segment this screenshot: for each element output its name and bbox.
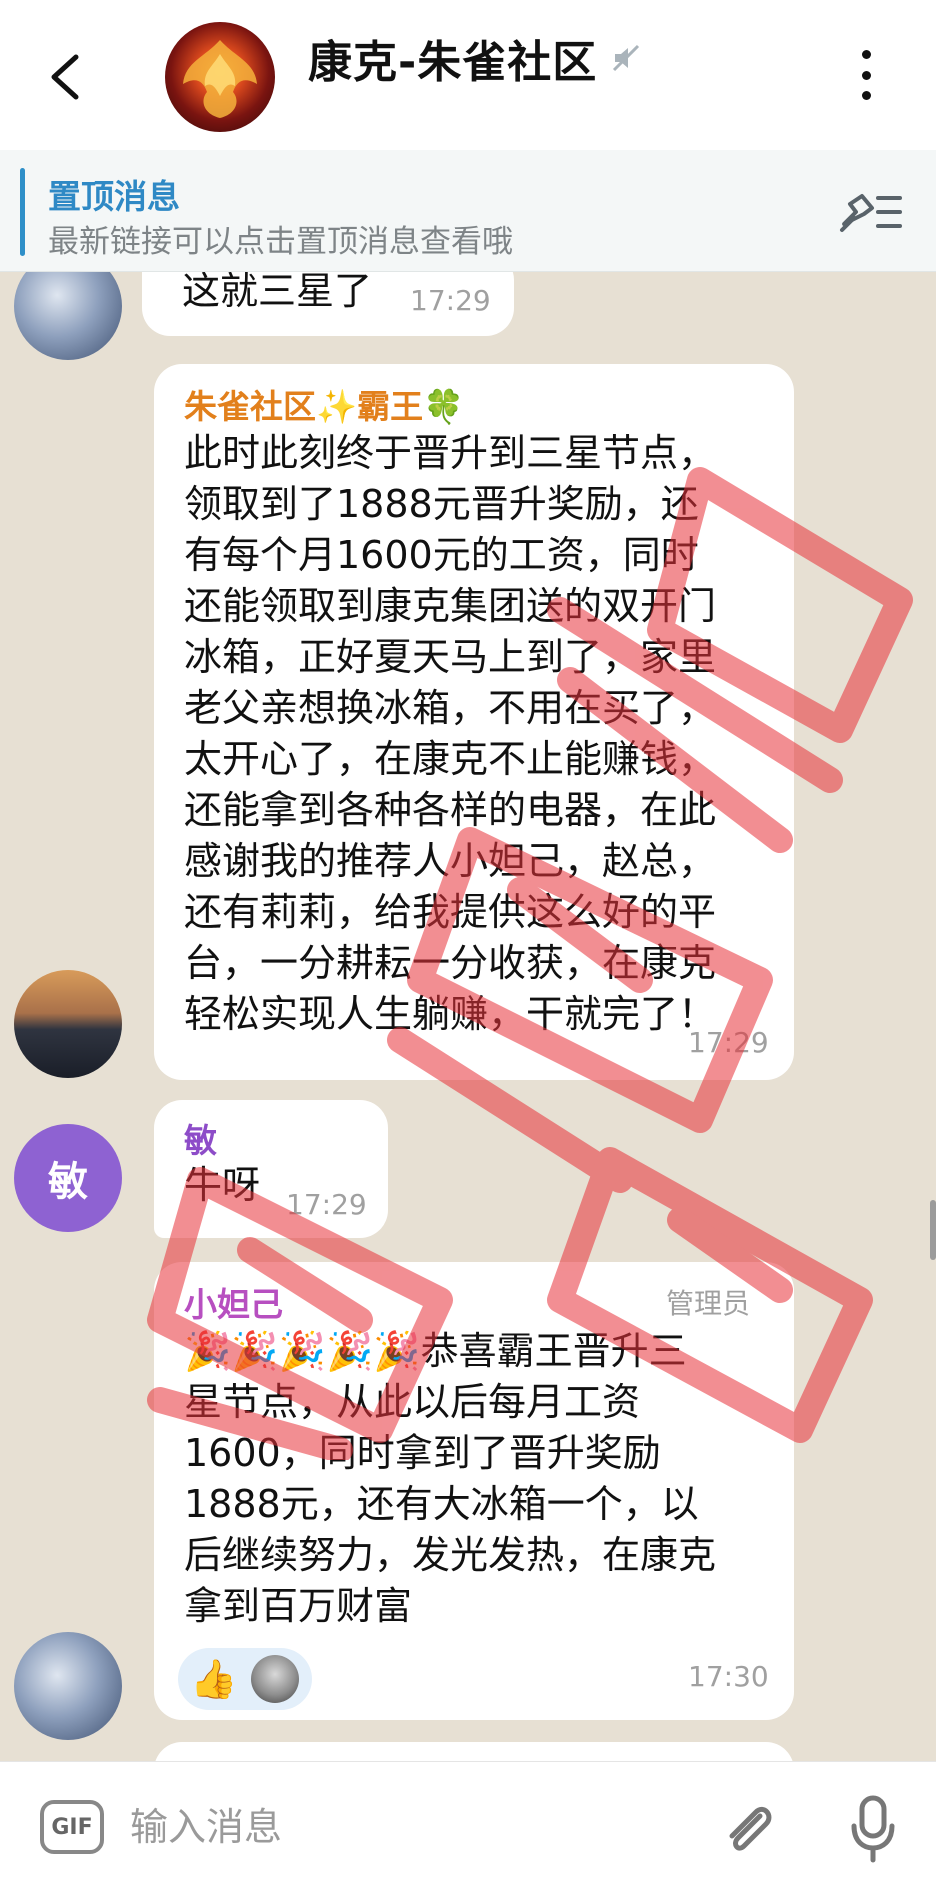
admin-badge: 管理员 xyxy=(666,1287,751,1320)
group-avatar[interactable] xyxy=(165,22,275,132)
more-dots-icon xyxy=(861,50,871,59)
reactor-avatar xyxy=(251,1655,300,1703)
back-button[interactable] xyxy=(38,42,92,112)
scroll-indicator[interactable] xyxy=(930,1200,936,1260)
pinned-accent-bar xyxy=(20,168,25,256)
message-time: 17:30 xyxy=(688,1660,769,1693)
message-input[interactable] xyxy=(130,1792,690,1862)
pinned-list-icon[interactable] xyxy=(836,186,906,238)
avatar-letter[interactable]: 敏 xyxy=(14,1124,122,1232)
message-bubble[interactable]: 这就三星了 17:29 xyxy=(142,272,514,336)
thumbs-up-icon: 👍 xyxy=(190,1656,238,1701)
message-bubble[interactable]: 敏 牛呀 17:29 xyxy=(154,1100,388,1238)
message-text: 牛呀 xyxy=(184,1163,261,1207)
message-text: 此时此刻终于晋升到三星节点， 领取到了1888元晋升奖励，还 有每个月1600元… xyxy=(184,431,717,1036)
message-time: 17:29 xyxy=(410,284,491,317)
pinned-title: 置顶消息 xyxy=(48,177,180,216)
gif-button[interactable]: GIF xyxy=(40,1800,104,1854)
more-menu-button[interactable] xyxy=(848,50,884,100)
avatar[interactable] xyxy=(14,970,122,1078)
chat-title[interactable]: 康克-朱雀社区 xyxy=(308,26,641,90)
message-text: 这就三星了 xyxy=(182,272,373,313)
back-arrow-icon xyxy=(51,54,79,100)
chat-header: 康克-朱雀社区 xyxy=(0,0,936,150)
avatar[interactable] xyxy=(14,1632,122,1740)
sender-name[interactable]: 朱雀社区✨霸王🍀 xyxy=(184,380,464,428)
sender-name[interactable]: 小妲己 xyxy=(184,1278,283,1326)
message-list[interactable]: 这就三星了 17:29 朱雀社区✨霸王🍀 此时此刻终于晋升到三星节点， 领取到了… xyxy=(0,272,936,1761)
chat-title-text: 康克-朱雀社区 xyxy=(308,37,598,88)
pinned-message-bar[interactable]: 置顶消息 最新链接可以点击置顶消息查看哦 xyxy=(0,150,936,272)
message-text: 🎉🎉🎉🎉🎉恭喜霸王晋升三 星节点，从此以后每月工资 1600，同时拿到了晋升奖励… xyxy=(184,1329,717,1628)
sender-name[interactable]: 敏 xyxy=(184,1114,217,1162)
avatar[interactable] xyxy=(14,272,122,360)
reaction-chip[interactable]: 👍 xyxy=(178,1648,312,1710)
microphone-icon[interactable] xyxy=(848,1794,898,1864)
pinned-text: 最新链接可以点击置顶消息查看哦 xyxy=(48,224,513,260)
message-time: 17:29 xyxy=(286,1188,367,1221)
message-bubble[interactable]: 小妲己 管理员 🎉🎉🎉🎉🎉恭喜霸王晋升三 星节点，从此以后每月工资 1600，同… xyxy=(154,1262,794,1720)
mute-icon xyxy=(611,43,641,73)
attach-icon[interactable] xyxy=(720,1798,778,1860)
message-bubble[interactable] xyxy=(154,1742,794,1761)
message-time: 17:29 xyxy=(688,1026,769,1059)
message-input-bar: GIF xyxy=(0,1761,936,1891)
message-bubble[interactable]: 朱雀社区✨霸王🍀 此时此刻终于晋升到三星节点， 领取到了1888元晋升奖励，还 … xyxy=(154,364,794,1080)
